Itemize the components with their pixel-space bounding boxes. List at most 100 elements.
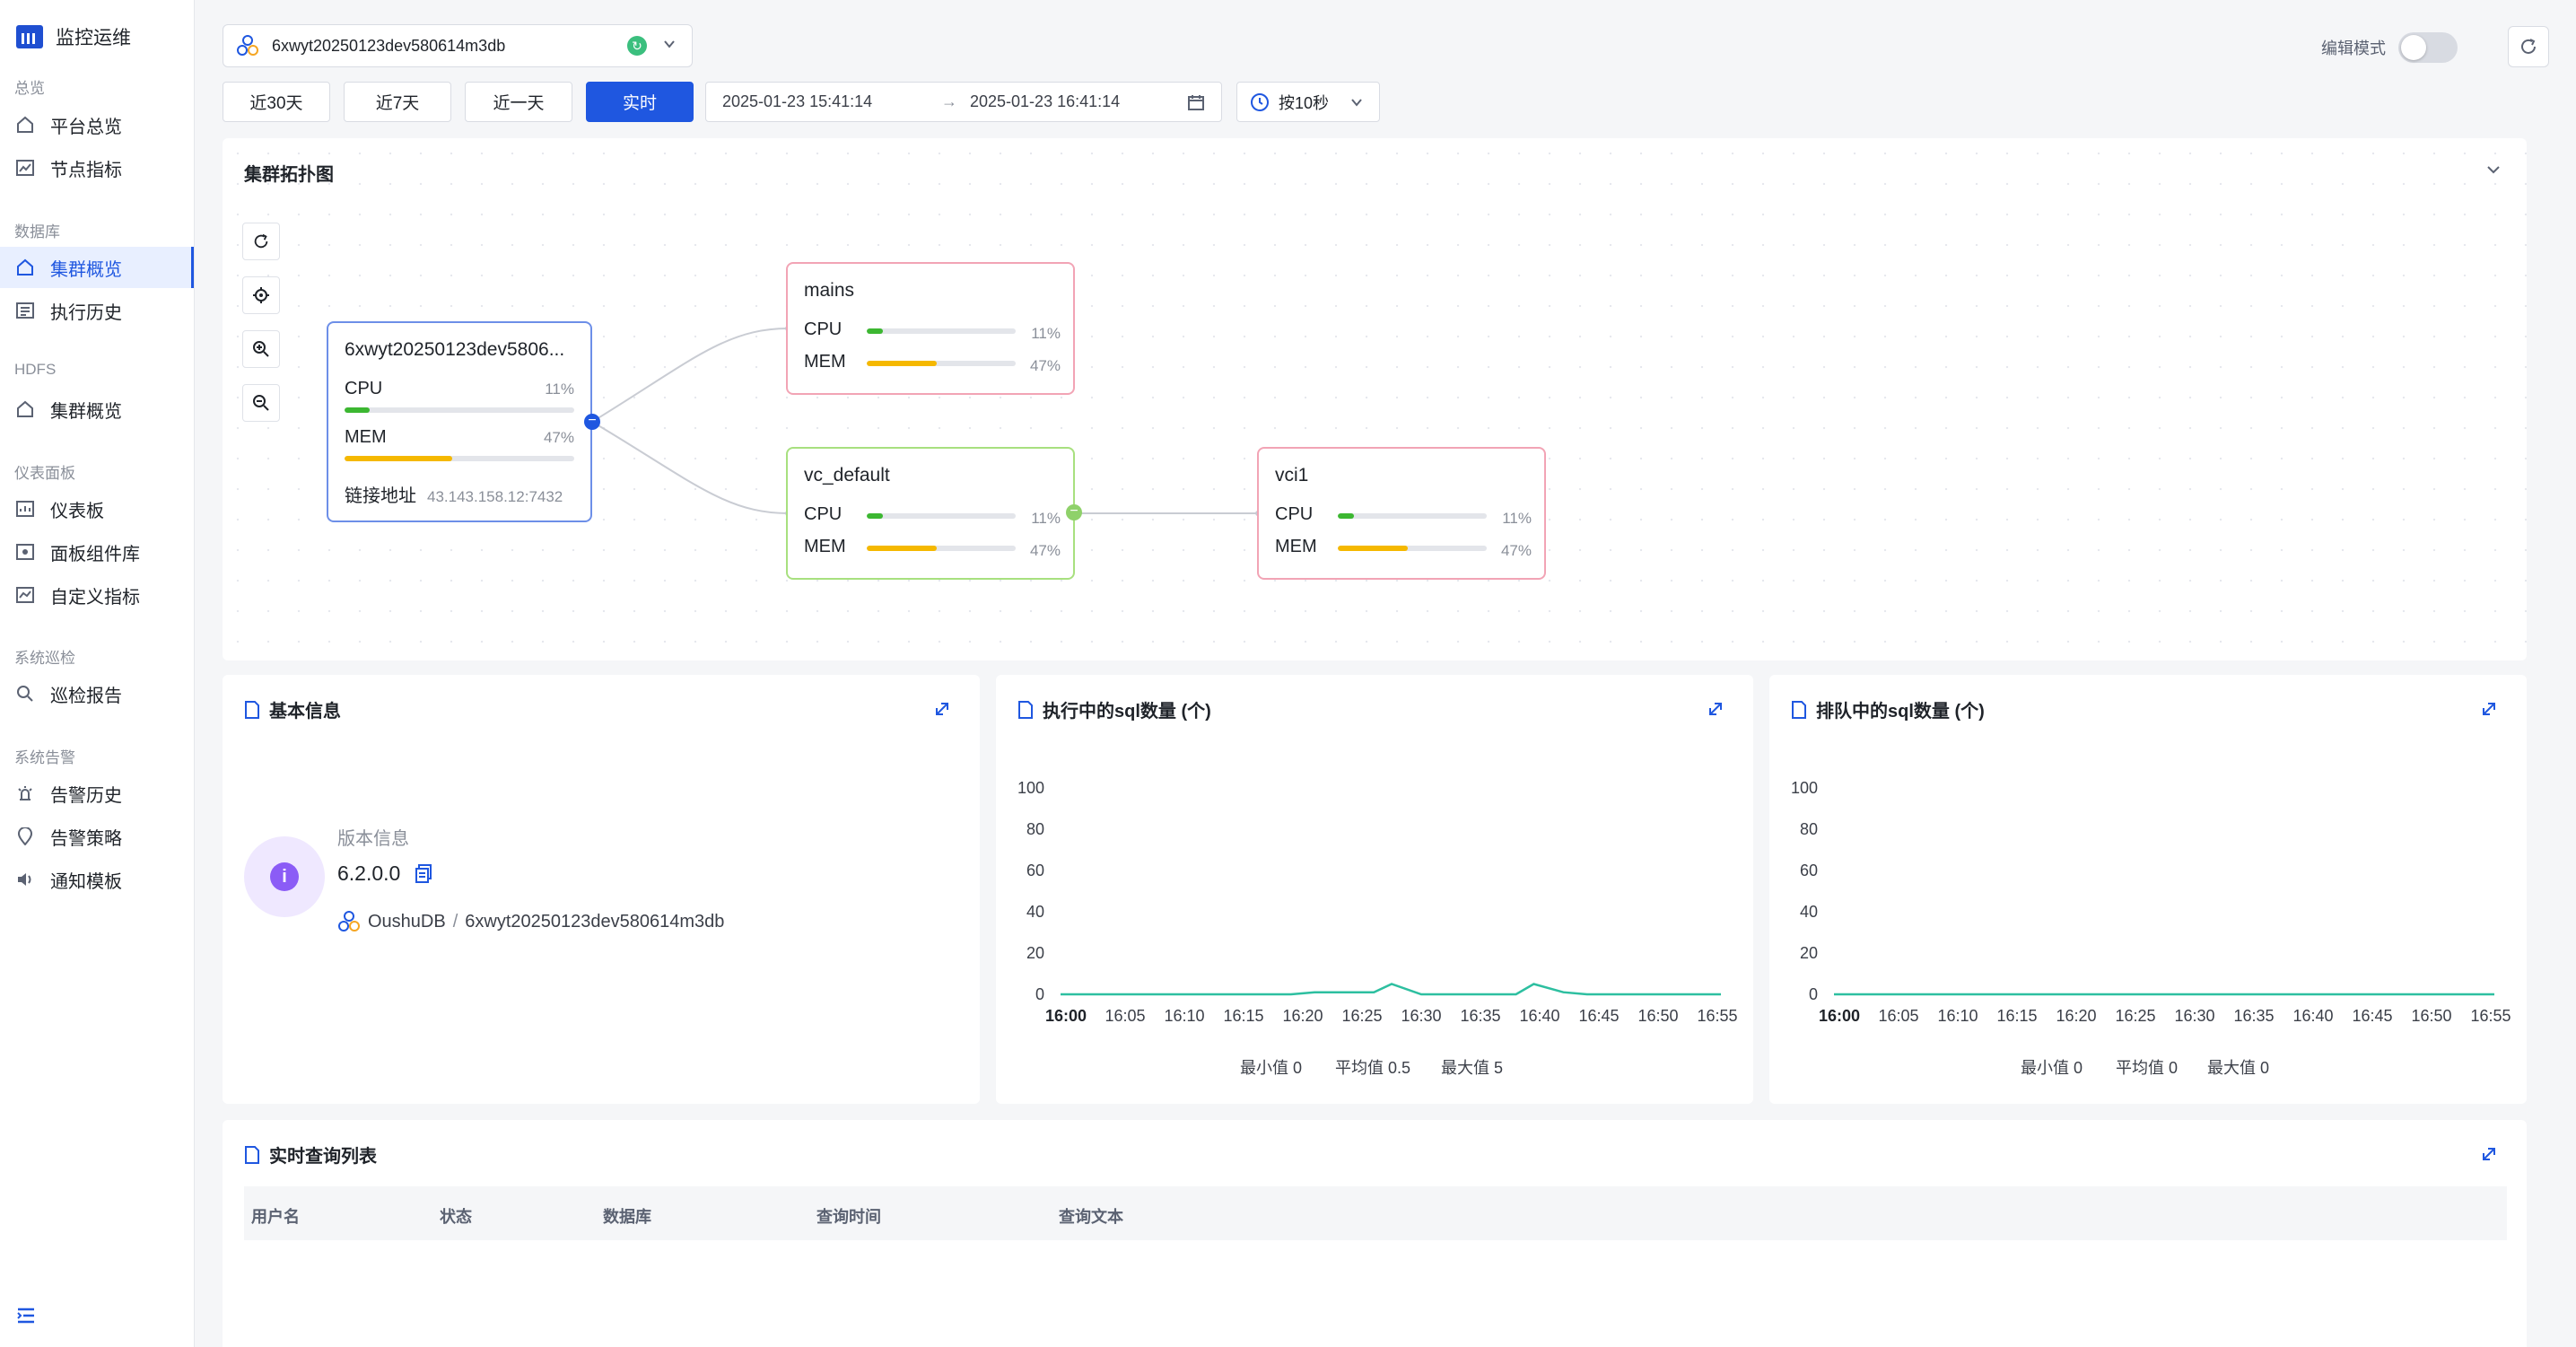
sidebar: 监控运维 总览 平台总览 节点指标 数据库 集群概览 执行历史 HDFS 集群概… xyxy=(0,0,195,1347)
column-header-database[interactable]: 数据库 xyxy=(603,1204,651,1228)
group-label-dashboard: 仪表面板 xyxy=(14,465,75,482)
date-range-picker[interactable]: 2025-01-23 15:41:14 → 2025-01-23 16:41:1… xyxy=(705,82,1222,122)
y-tick-label: 60 xyxy=(1800,862,1818,879)
sidebar-item-label: 节点指标 xyxy=(50,160,122,180)
sidebar-item-notify-template[interactable]: 通知模板 xyxy=(0,859,194,900)
topology-node-vci1[interactable]: vci1 CPU 11% MEM 47% xyxy=(1257,447,1546,580)
refresh-button[interactable] xyxy=(2508,26,2549,67)
cpu-bar xyxy=(1338,513,1487,519)
column-header-query-time[interactable]: 查询时间 xyxy=(816,1204,881,1228)
mem-percent: 47% xyxy=(1500,542,1532,559)
sidebar-item-label: 仪表板 xyxy=(50,501,104,521)
topology-node-vc-default[interactable]: vc_default CPU 11% MEM 47% xyxy=(786,447,1075,580)
chevron-down-icon xyxy=(1351,99,1362,107)
cluster-root-node[interactable]: 6xwyt20250123dev5806... CPU 11% MEM 47% … xyxy=(327,321,592,522)
home-icon xyxy=(16,258,34,276)
node-title: mains xyxy=(804,280,855,301)
end-date: 2025-01-23 16:41:14 xyxy=(970,92,1121,110)
mem-bar-fill xyxy=(867,361,938,366)
expand-icon[interactable] xyxy=(2480,1145,2498,1163)
basic-info-title: 基本信息 xyxy=(244,696,341,722)
mem-percent: 47% xyxy=(1029,357,1061,374)
range-7d-button[interactable]: 近7天 xyxy=(344,82,451,122)
sidebar-item-hdfs-cluster[interactable]: 集群概览 xyxy=(0,389,194,430)
document-icon xyxy=(245,1145,259,1164)
refresh-interval-value: 按10秒 xyxy=(1279,93,1330,112)
version-label: 版本信息 xyxy=(337,829,409,849)
sidebar-item-custom-metrics[interactable]: 自定义指标 xyxy=(0,574,194,616)
running-status-icon: ↻ xyxy=(627,36,647,56)
cpu-percent: 11% xyxy=(1502,510,1532,527)
x-tick-label: 16:45 xyxy=(2352,1007,2392,1025)
cpu-percent: 11% xyxy=(545,380,574,398)
sidebar-item-dashboard[interactable]: 仪表板 xyxy=(0,488,194,529)
queued-sql-chart: 0 20 40 60 80 100 16:00 16:05 16:10 16:15 16:20 16:… xyxy=(1791,779,2511,1025)
group-label-hdfs: HDFS xyxy=(14,361,57,378)
database-select[interactable]: 6xwyt20250123dev580614m3db ↻ xyxy=(223,24,693,67)
sidebar-item-label: 执行历史 xyxy=(50,302,122,323)
y-tick-label: 100 xyxy=(1017,779,1044,797)
node-title: vci1 xyxy=(1275,465,1309,485)
sidebar-item-exec-history[interactable]: 执行历史 xyxy=(0,290,194,331)
alarm-icon xyxy=(16,784,34,802)
sidebar-item-cluster-overview[interactable]: 集群概览 xyxy=(0,247,194,288)
queued-sql-panel: 排队中的sql数量 (个) 0 20 40 60 80 100 16:00 16:05 16:1… xyxy=(1769,675,2527,1104)
sidebar-item-label: 告警策略 xyxy=(50,828,122,849)
x-tick-label: 16:10 xyxy=(1164,1007,1204,1025)
mem-bar-fill xyxy=(345,456,453,461)
db-name: 6xwyt20250123dev580614m3db xyxy=(465,911,725,932)
column-header-status[interactable]: 状态 xyxy=(440,1204,472,1228)
mem-percent: 47% xyxy=(543,429,574,446)
app-brand[interactable]: 监控运维 xyxy=(16,23,131,50)
line-chart-icon xyxy=(16,159,34,177)
mem-bar xyxy=(345,456,574,461)
column-header-username[interactable]: 用户名 xyxy=(251,1204,300,1228)
sidebar-item-inspection-report[interactable]: 巡检报告 xyxy=(0,673,194,714)
edit-mode-toggle[interactable] xyxy=(2398,32,2458,63)
collapse-node-icon[interactable]: − xyxy=(1066,504,1082,520)
sidebar-item-node-metrics[interactable]: 节点指标 xyxy=(0,147,194,188)
refresh-interval-select[interactable]: 按10秒 xyxy=(1236,82,1380,122)
chevron-down-icon xyxy=(664,40,675,48)
sidebar-item-alert-history[interactable]: 告警历史 xyxy=(0,773,194,814)
mem-percent: 47% xyxy=(1029,542,1061,559)
x-tick-label: 16:50 xyxy=(1637,1007,1678,1025)
topology-node-mains[interactable]: mains CPU 11% MEM 47% xyxy=(786,262,1075,395)
sidebar-item-widget-library[interactable]: 面板组件库 xyxy=(0,531,194,573)
basic-info-panel: 基本信息 i 版本信息 6.2.0.0 OushuDB / 6xwyt20250… xyxy=(223,675,980,1104)
range-1d-button[interactable]: 近一天 xyxy=(465,82,572,122)
realtime-button[interactable]: 实时 xyxy=(586,82,694,122)
y-tick-label: 40 xyxy=(1800,903,1818,921)
cpu-label: CPU xyxy=(804,504,843,524)
x-tick-label: 16:10 xyxy=(1937,1007,1978,1025)
copy-icon[interactable] xyxy=(415,863,432,883)
column-header-query-text[interactable]: 查询文本 xyxy=(1059,1204,1123,1228)
collapse-node-icon[interactable]: − xyxy=(584,414,600,430)
x-tick-label: 16:30 xyxy=(1401,1007,1441,1025)
mem-label: MEM xyxy=(345,427,387,447)
database-select-value: 6xwyt20250123dev580614m3db xyxy=(272,36,506,55)
x-tick-label: 16:55 xyxy=(2470,1007,2511,1025)
app-title: 监控运维 xyxy=(56,28,131,48)
expand-icon[interactable] xyxy=(933,700,951,718)
edit-mode-control: 编辑模式 xyxy=(2321,32,2458,63)
clock-icon xyxy=(1251,92,1269,111)
y-tick-label: 80 xyxy=(1026,820,1044,838)
range-30d-button[interactable]: 近30天 xyxy=(223,82,330,122)
realtime-queries-panel: 实时查询列表 用户名 状态 数据库 查询时间 查询文本 xyxy=(223,1120,2527,1347)
sidebar-item-label: 集群概览 xyxy=(50,259,122,280)
cpu-label: CPU xyxy=(1275,504,1314,524)
node-title: vc_default xyxy=(804,465,890,485)
sidebar-item-platform-overview[interactable]: 平台总览 xyxy=(0,104,194,145)
x-tick-label: 16:00 xyxy=(1819,1007,1860,1025)
x-tick-label: 16:20 xyxy=(1282,1007,1323,1025)
collapse-menu-icon[interactable] xyxy=(16,1307,36,1325)
product-name: OushuDB xyxy=(368,911,446,932)
sidebar-item-alert-policy[interactable]: 告警策略 xyxy=(0,816,194,857)
dashboard-icon xyxy=(16,500,34,518)
sidebar-item-label: 集群概览 xyxy=(50,401,122,422)
sidebar-item-label: 自定义指标 xyxy=(50,587,140,608)
mem-label: MEM xyxy=(804,352,846,372)
x-tick-label: 16:30 xyxy=(2174,1007,2214,1025)
cpu-bar xyxy=(867,513,1016,519)
